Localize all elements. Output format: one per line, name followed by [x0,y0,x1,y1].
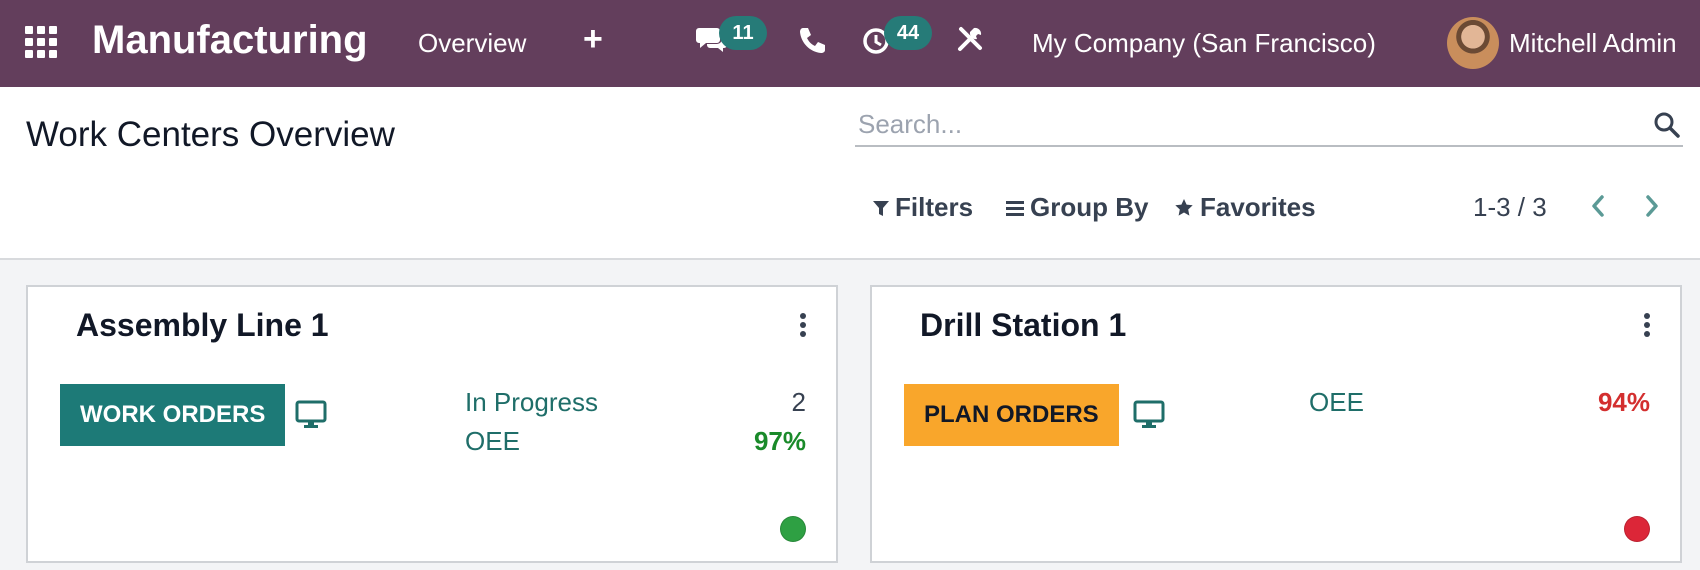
page-title: Work Centers Overview [26,115,395,154]
groupby-toggle[interactable]: Group By [1006,192,1148,223]
chevron-right-icon[interactable] [1640,191,1664,221]
search-input[interactable] [855,105,1625,143]
filters-toggle[interactable]: Filters [873,192,973,223]
monitor-icon[interactable] [295,399,327,429]
workcenter-card[interactable]: Assembly Line 1 WORK ORDERS In Progress … [26,285,838,563]
oee-label[interactable]: OEE [465,426,520,457]
messages-button[interactable]: 11 [695,16,767,60]
kebab-icon[interactable] [798,313,808,337]
activities-button[interactable]: 44 [860,16,932,60]
search-bar [855,105,1683,147]
card-title: Assembly Line 1 [76,307,329,343]
messages-count-badge: 11 [719,16,767,50]
menu-overview[interactable]: Overview [418,28,526,59]
status-indicator[interactable] [780,516,806,542]
oee-label[interactable]: OEE [1309,387,1364,418]
groupby-label: Group By [1030,192,1149,222]
top-navbar: Manufacturing Overview + 11 44 My Compan… [0,0,1700,87]
status-indicator[interactable] [1624,516,1650,542]
oee-value: 94% [1597,387,1650,417]
favorites-label: Favorites [1200,192,1316,222]
debug-tools-button[interactable] [955,24,995,60]
groupby-icon [1006,200,1024,216]
user-avatar[interactable] [1447,17,1499,69]
star-icon [1175,198,1193,216]
app-brand[interactable]: Manufacturing [92,18,368,63]
add-button[interactable]: + [583,20,603,59]
phone-icon [800,28,825,53]
filters-label: Filters [895,192,974,222]
pager-value[interactable]: 1-3 / 3 [1473,192,1547,223]
oee-value: 97% [753,426,806,456]
activities-count-badge: 44 [884,16,932,50]
phone-button[interactable] [797,24,837,60]
kebab-icon[interactable] [1642,313,1652,337]
company-switcher[interactable]: My Company (San Francisco) [1032,28,1376,59]
workcenter-card[interactable]: Drill Station 1 PLAN ORDERS OEE 94% [870,285,1682,563]
control-panel: Work Centers Overview Filters Group By F… [0,87,1700,260]
in-progress-value: 2 [791,387,806,417]
favorites-toggle[interactable]: Favorites [1174,192,1316,223]
monitor-icon[interactable] [1133,399,1165,429]
tools-icon [958,27,982,51]
work-orders-button[interactable]: WORK ORDERS [60,384,286,446]
filter-icon [873,200,889,216]
plan-orders-button[interactable]: PLAN ORDERS [904,384,1119,446]
search-icon[interactable] [1653,111,1681,139]
in-progress-label[interactable]: In Progress [465,387,598,418]
card-title: Drill Station 1 [920,307,1127,343]
chevron-left-icon[interactable] [1586,191,1610,221]
apps-grid-icon[interactable] [25,26,59,58]
user-menu[interactable]: Mitchell Admin [1509,28,1677,59]
